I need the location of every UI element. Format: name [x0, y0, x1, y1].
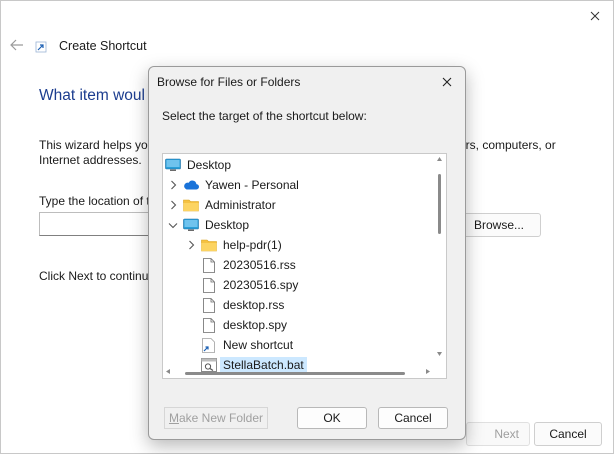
window-title: Create Shortcut [59, 39, 147, 53]
tree-item[interactable]: Desktop [163, 215, 433, 235]
desktop-icon [165, 157, 181, 173]
browse-button[interactable]: Browse... [457, 213, 541, 237]
shortcut-arrow-icon [35, 41, 47, 53]
tree-item[interactable]: Desktop [163, 155, 433, 175]
tree-item-label: desktop.rss [223, 298, 285, 312]
dialog-title: Browse for Files or Folders [157, 75, 301, 89]
cancel-button[interactable]: Cancel [534, 422, 602, 446]
wizard-heading: What item woul [39, 87, 145, 104]
mnemonic-letter: M [168, 411, 179, 425]
file-icon [201, 297, 217, 313]
horizontal-scroll-thumb[interactable] [185, 372, 405, 375]
onedrive-cloud-icon [183, 177, 199, 193]
chevron-right-icon[interactable] [167, 199, 179, 211]
folder-icon [201, 237, 217, 253]
file-icon [201, 277, 217, 293]
description-line1-right: ers, computers, or [459, 138, 556, 152]
description-line1-left: This wizard helps you [39, 138, 154, 152]
next-hint-text: Click Next to continue [39, 269, 151, 283]
tree-item[interactable]: New shortcut [181, 335, 446, 355]
chevron-down-icon[interactable] [167, 219, 179, 231]
next-button[interactable]: Next [466, 422, 530, 446]
tree-item-label: Desktop [205, 218, 250, 232]
location-label: Type the location of t [39, 194, 150, 208]
dialog-close-button[interactable] [433, 70, 461, 94]
tree-item-label: New shortcut [223, 338, 294, 352]
scroll-down-icon[interactable] [436, 351, 443, 357]
back-button[interactable] [7, 35, 27, 55]
file-icon [201, 317, 217, 333]
description-line2: Internet addresses. [39, 153, 142, 167]
vertical-scrollbar[interactable] [434, 154, 446, 364]
tree-item[interactable]: Administrator [163, 195, 433, 215]
dialog-cancel-button[interactable]: Cancel [378, 407, 448, 429]
scroll-up-icon[interactable] [436, 156, 443, 162]
shortcut-file-icon [201, 337, 217, 353]
tree-item[interactable]: 20230516.rss [181, 255, 446, 275]
window-close-button[interactable] [581, 4, 609, 28]
file-icon [201, 257, 217, 273]
tree-item-label: 20230516.spy [223, 278, 299, 292]
tree-item[interactable]: Yawen - Personal [163, 175, 433, 195]
ok-button[interactable]: OK [297, 407, 367, 429]
tree-item[interactable]: 20230516.spy [181, 275, 446, 295]
chevron-right-icon[interactable] [167, 179, 179, 191]
tree-item[interactable]: desktop.spy [181, 315, 446, 335]
browse-dialog: Browse for Files or Folders Select the t… [148, 66, 466, 440]
scroll-right-icon[interactable] [425, 368, 431, 375]
folder-icon [183, 197, 199, 213]
horizontal-scrollbar[interactable] [163, 366, 435, 378]
tree-item[interactable]: desktop.rss [181, 295, 446, 315]
tree-item-label: Administrator [205, 198, 276, 212]
close-icon [442, 77, 452, 87]
dialog-instruction: Select the target of the shortcut below: [162, 109, 367, 123]
tree-item-label: help-pdr(1) [223, 238, 282, 252]
desktop-icon [183, 217, 199, 233]
vertical-scroll-thumb[interactable] [438, 174, 441, 234]
tree-item-label: Yawen - Personal [205, 178, 299, 192]
make-new-folder-button[interactable]: Make New Folder [164, 407, 268, 429]
folder-tree[interactable]: Desktop Yawen - Personal Administrator Desk… [162, 153, 447, 379]
chevron-right-icon[interactable] [185, 239, 197, 251]
tree-item-label: 20230516.rss [223, 258, 296, 272]
arrow-left-icon [10, 39, 23, 51]
tree-item[interactable]: help-pdr(1) [181, 235, 446, 255]
close-icon [590, 11, 600, 21]
scroll-left-icon[interactable] [165, 368, 171, 375]
tree-item-label: desktop.spy [223, 318, 288, 332]
dialog-titlebar: Browse for Files or Folders [149, 67, 465, 97]
tree-item-label: Desktop [187, 158, 232, 172]
new-folder-label-rest: ake New Folder [178, 411, 264, 425]
